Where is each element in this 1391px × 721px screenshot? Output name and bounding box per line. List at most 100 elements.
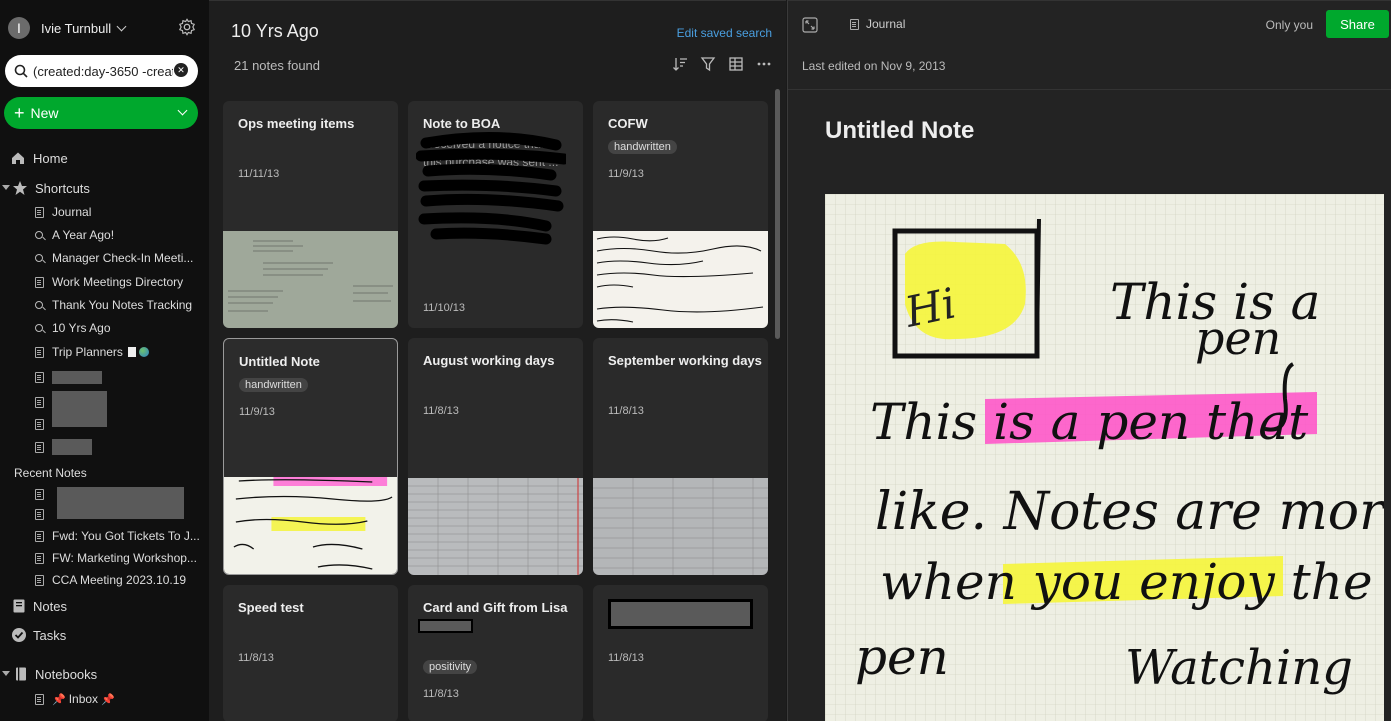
check-circle-icon [12, 628, 26, 642]
notes-count: 21 notes found [234, 58, 321, 73]
handwriting-line: Watching [1125, 640, 1353, 696]
card-title: August working days [423, 353, 555, 368]
shortcut-a-year-ago[interactable]: A Year Ago! [33, 225, 203, 245]
sidebar-item-label: Shortcuts [35, 180, 90, 196]
plus-icon: + [14, 103, 25, 123]
card-date: 11/10/13 [423, 302, 466, 314]
sidebar-item-label: Home [33, 150, 68, 166]
shortcut-journal[interactable]: Journal [33, 202, 203, 222]
saved-search-icon [35, 301, 43, 309]
document-emoji-icon [127, 347, 136, 357]
handwriting-line: pen [1195, 311, 1281, 365]
saved-search-icon [35, 254, 43, 262]
shortcut-manager-check-in[interactable]: Manager Check-In Meeti... [33, 248, 203, 268]
globe-emoji-icon [138, 347, 149, 357]
sidebar-item-tasks[interactable]: Tasks [11, 624, 66, 646]
handwriting-line: when you enjoy the [880, 553, 1373, 611]
note-title[interactable]: Untitled Note [825, 117, 974, 145]
expand-note-icon[interactable] [802, 17, 818, 33]
filter-icon[interactable] [700, 56, 716, 72]
note-card[interactable]: Note to BOA I received a notice that... … [408, 101, 583, 328]
sidebar-item-home[interactable]: Home [10, 147, 68, 169]
note-icon [34, 441, 44, 453]
notebook-inbox[interactable]: 📌 Inbox 📌 [33, 689, 203, 709]
note-card-selected[interactable]: Untitled Note handwritten 11/9/13 [223, 338, 398, 575]
redacted-block [52, 370, 102, 384]
notebook-icon [34, 693, 44, 705]
card-title: Note to BOA [423, 116, 501, 131]
pin-icon: 📌 [52, 693, 66, 706]
sidebar-item-shortcuts[interactable]: Shortcuts [2, 177, 90, 199]
app-window: I Ivie Turnbull ✕ + New Home [0, 0, 1391, 721]
caret-down-icon[interactable] [2, 670, 10, 678]
sidebar-item-notebooks[interactable]: Notebooks [2, 663, 97, 685]
recent-note-tickets[interactable]: Fwd: You Got Tickets To J... [33, 526, 203, 546]
search-icon [14, 64, 28, 78]
more-options-icon[interactable] [756, 56, 772, 72]
card-date: 11/8/13 [608, 652, 644, 664]
redacted-block [52, 439, 92, 455]
gear-icon[interactable] [178, 18, 196, 36]
redaction-scribble [416, 132, 566, 245]
shortcut-label: Work Meetings Directory [52, 275, 184, 289]
account-name: Ivie Turnbull [41, 20, 112, 36]
chevron-down-icon[interactable] [177, 105, 188, 116]
notebook-label: Inbox [68, 692, 99, 706]
redacted-block [418, 619, 473, 633]
search-input[interactable] [33, 63, 173, 79]
card-date: 11/11/13 [238, 168, 280, 180]
sidebar-item-label: Notebooks [35, 666, 98, 682]
shortcut-thank-you-notes[interactable]: Thank You Notes Tracking [33, 295, 203, 315]
shortcut-label: A Year Ago! [52, 228, 115, 242]
note-card[interactable]: August working days 11/8/13 [408, 338, 583, 575]
note-card[interactable]: Card and Gift from Lisa positivity 11/8/… [408, 585, 583, 721]
note-icon [34, 574, 44, 586]
view-options-icon[interactable] [728, 56, 744, 72]
search-field[interactable]: ✕ [5, 55, 198, 87]
new-note-button[interactable]: + New [4, 97, 198, 129]
last-edited: Last edited on Nov 9, 2013 [802, 59, 946, 73]
sidebar-item-label: Notes [33, 598, 67, 614]
share-button[interactable]: Share [1326, 10, 1389, 38]
shortcut-work-meetings[interactable]: Work Meetings Directory [33, 272, 203, 292]
card-thumbnail [593, 231, 768, 328]
card-title: Speed test [238, 600, 304, 615]
shortcut-redacted-icon[interactable] [33, 414, 203, 434]
sharing-status[interactable]: Only you [1266, 18, 1313, 32]
shortcut-trip-planners[interactable]: Trip Planners [33, 342, 203, 362]
recent-note-redacted[interactable] [33, 504, 203, 524]
shortcut-redacted[interactable] [33, 367, 203, 387]
card-title: Untitled Note [239, 354, 320, 369]
note-card[interactable]: COFW handwritten 11/9/13 [593, 101, 768, 328]
account-switcher[interactable]: I Ivie Turnbull [8, 16, 127, 40]
shortcut-redacted[interactable] [33, 437, 203, 457]
divider [788, 89, 1391, 90]
handwritten-note-image[interactable]: Hi This is a pen This is a pen that like… [825, 194, 1384, 721]
note-card[interactable]: Ops meeting items 11/11/13 [223, 101, 398, 328]
scrollbar[interactable] [775, 89, 780, 339]
notebook-breadcrumb[interactable]: Journal [850, 17, 905, 31]
note-icon [34, 530, 44, 542]
shortcut-label: 10 Yrs Ago [52, 321, 111, 335]
page-title: 10 Yrs Ago [231, 21, 319, 41]
note-icon [34, 396, 44, 408]
card-date: 11/8/13 [608, 405, 644, 417]
shortcut-label: Thank You Notes Tracking [52, 298, 193, 312]
recent-notes-heading: Recent Notes [14, 466, 87, 480]
note-card[interactable]: Speed test 11/8/13 [223, 585, 398, 721]
clear-search-icon[interactable]: ✕ [174, 63, 188, 77]
recent-note-label: CCA Meeting 2023.10.19 [52, 573, 187, 587]
tag-badge: handwritten [239, 378, 308, 392]
shortcut-10-yrs-ago[interactable]: 10 Yrs Ago [33, 318, 203, 338]
recent-note-marketing[interactable]: FW: Marketing Workshop... [33, 548, 203, 568]
edit-saved-search-link[interactable]: Edit saved search [677, 26, 772, 40]
sidebar-item-notes[interactable]: Notes [11, 595, 67, 617]
notebook-icon [16, 667, 26, 681]
recent-note-cca[interactable]: CCA Meeting 2023.10.19 [33, 570, 203, 590]
note-card[interactable]: 11/8/13 [593, 585, 768, 721]
card-thumbnail [223, 231, 398, 328]
note-card[interactable]: September working days 11/8/13 [593, 338, 768, 575]
caret-down-icon[interactable] [2, 184, 10, 192]
home-icon [12, 152, 24, 164]
sort-icon[interactable] [672, 56, 688, 72]
